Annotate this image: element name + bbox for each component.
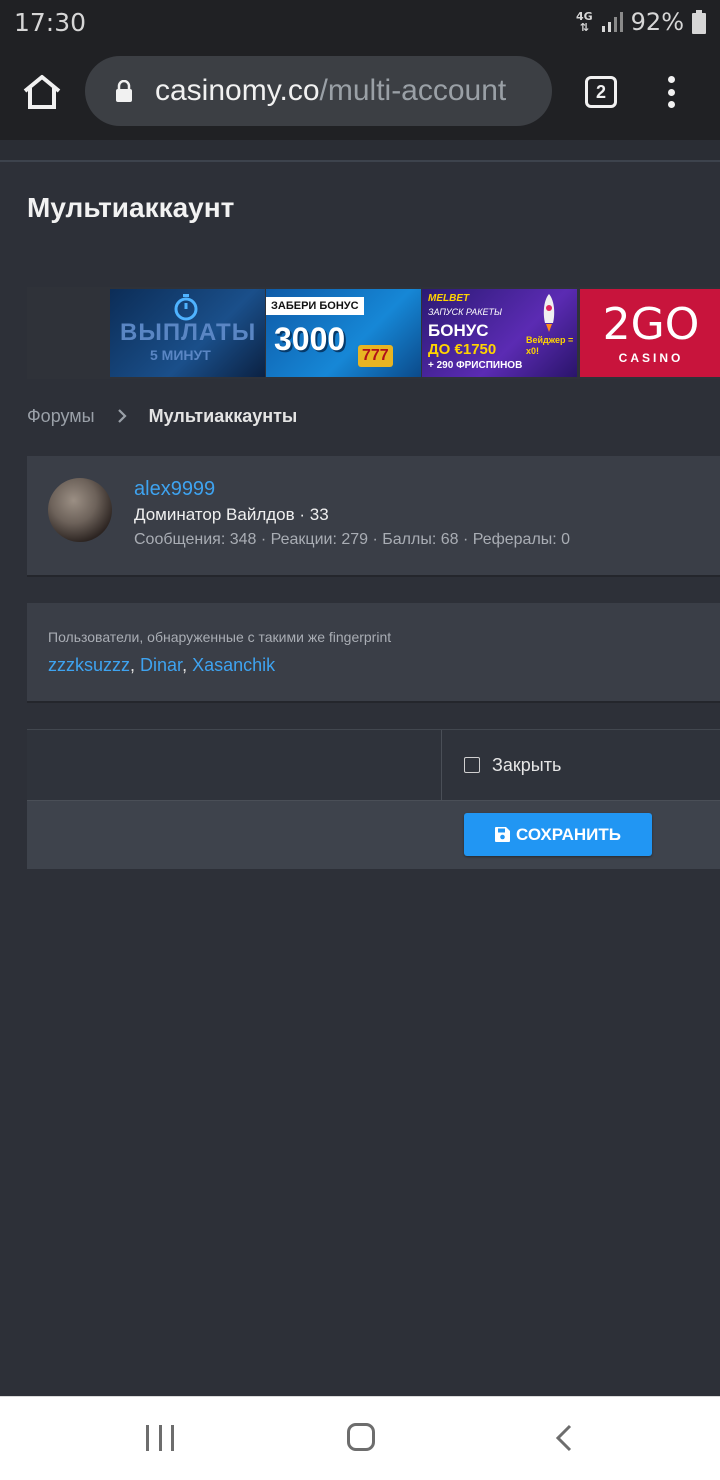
rocket-icon [543,294,555,332]
nav-home-icon[interactable] [347,1423,375,1451]
breadcrumb-forums-link[interactable]: Форумы [27,406,95,427]
list-separator: , [182,655,193,675]
ad-text-sub: CASINO [618,351,684,365]
fingerprint-user-link[interactable]: zzzksuzzz [48,655,130,675]
ad-banner-strip: ВЫПЛАТЫ 5 МИНУТ ЗАБЕРИ БОНУС 3000 777 ME… [27,287,720,379]
ad-text-main: 2GO [602,299,700,350]
home-icon[interactable] [22,74,62,110]
system-nav-bar [0,1396,720,1480]
ad-text-main: БОНУС [428,321,489,340]
member-name-link[interactable]: alex9999 [134,478,215,501]
stopwatch-icon [174,294,198,321]
form-row-label-cell [27,730,442,800]
ad-slot-reels: 777 [358,345,393,367]
form-row: Закрыть [27,730,720,800]
ad-banner-2go-casino[interactable]: 2GO CASINO [580,289,720,377]
url-path: /multi-account [319,74,507,107]
chevron-right-icon [117,409,127,423]
member-card: alex9999 Доминатор Вайлдов · 33 Сообщени… [27,456,720,577]
page-title: Мультиаккаунт [27,192,235,223]
battery-icon [692,10,706,34]
url-host: casinomy.co [155,74,320,107]
ad-text-main: 3000 [274,321,346,357]
ad-banner-melbet[interactable]: MELBET ЗАПУСК РАКЕТЫ БОНУС ДО €1750 + 29… [422,289,577,377]
list-separator: , [130,655,141,675]
data-arrows-icon: ⇅ [579,21,589,34]
status-indicators: 4G ⇅ 92% [576,8,706,36]
ad-text-sub: + 290 ФРИСПИНОВ [428,360,523,371]
url-text: casinomy.co/multi-account [155,74,506,108]
close-checkbox[interactable] [464,757,480,773]
fingerprint-user-link[interactable]: Xasanchik [192,655,275,675]
fingerprint-matches: Пользователи, обнаруженные с такими же f… [27,603,720,703]
multi-account-form: Закрыть СОХРАНИТЬ [27,729,720,869]
browser-toolbar: casinomy.co/multi-account 2 [0,44,720,140]
status-time: 17:30 [14,7,87,37]
ad-text-top: ЗАБЕРИ БОНУС [266,297,364,315]
back-icon[interactable] [552,1423,576,1453]
save-button-label: СОХРАНИТЬ [516,824,621,844]
breadcrumb-current: Мультиаккаунты [148,405,298,426]
lock-icon [116,80,132,102]
signal-icon [601,12,623,32]
ad-text-top: ЗАПУСК РАКЕТЫ [428,307,502,317]
ad-text-sub: 5 МИНУТ [150,347,211,363]
fingerprint-user-link[interactable]: Dinar [140,655,182,675]
tab-switcher-button[interactable]: 2 [585,76,617,108]
member-stats: Сообщения: 348 · Реакции: 279 · Баллы: 6… [134,531,571,548]
network-type: 4G ⇅ [576,11,593,33]
url-bar[interactable]: casinomy.co/multi-account [85,56,552,126]
close-checkbox-label[interactable]: Закрыть [492,755,561,776]
breadcrumb: Форумы Мультиаккаунты [27,405,297,427]
status-bar: 17:30 4G ⇅ 92% [0,0,720,44]
form-footer: СОХРАНИТЬ [27,800,720,869]
save-button[interactable]: СОХРАНИТЬ [464,813,652,856]
fingerprint-user-list: zzzksuzzz, Dinar, Xasanchik [48,655,275,676]
member-title: Доминатор Вайлдов · 33 [134,505,329,524]
ad-text-badge: Вейджер = х0! [526,335,574,356]
recent-apps-icon[interactable] [146,1425,174,1451]
overflow-menu-icon[interactable] [662,72,680,112]
ad-brand: MELBET [428,293,470,304]
ad-text-amount: ДО €1750 [428,341,497,358]
ad-banner-payouts[interactable]: ВЫПЛАТЫ 5 МИНУТ [110,289,265,377]
battery-percent: 92% [630,8,684,36]
site-header-strip [0,140,720,162]
close-option[interactable]: Закрыть [442,730,720,800]
floppy-disk-icon [495,827,510,842]
avatar[interactable] [48,478,112,542]
ad-banner-bonus-3000[interactable]: ЗАБЕРИ БОНУС 3000 777 [266,289,421,377]
fingerprint-label: Пользователи, обнаруженные с такими же f… [48,629,392,645]
ad-text-main: ВЫПЛАТЫ [120,319,257,346]
